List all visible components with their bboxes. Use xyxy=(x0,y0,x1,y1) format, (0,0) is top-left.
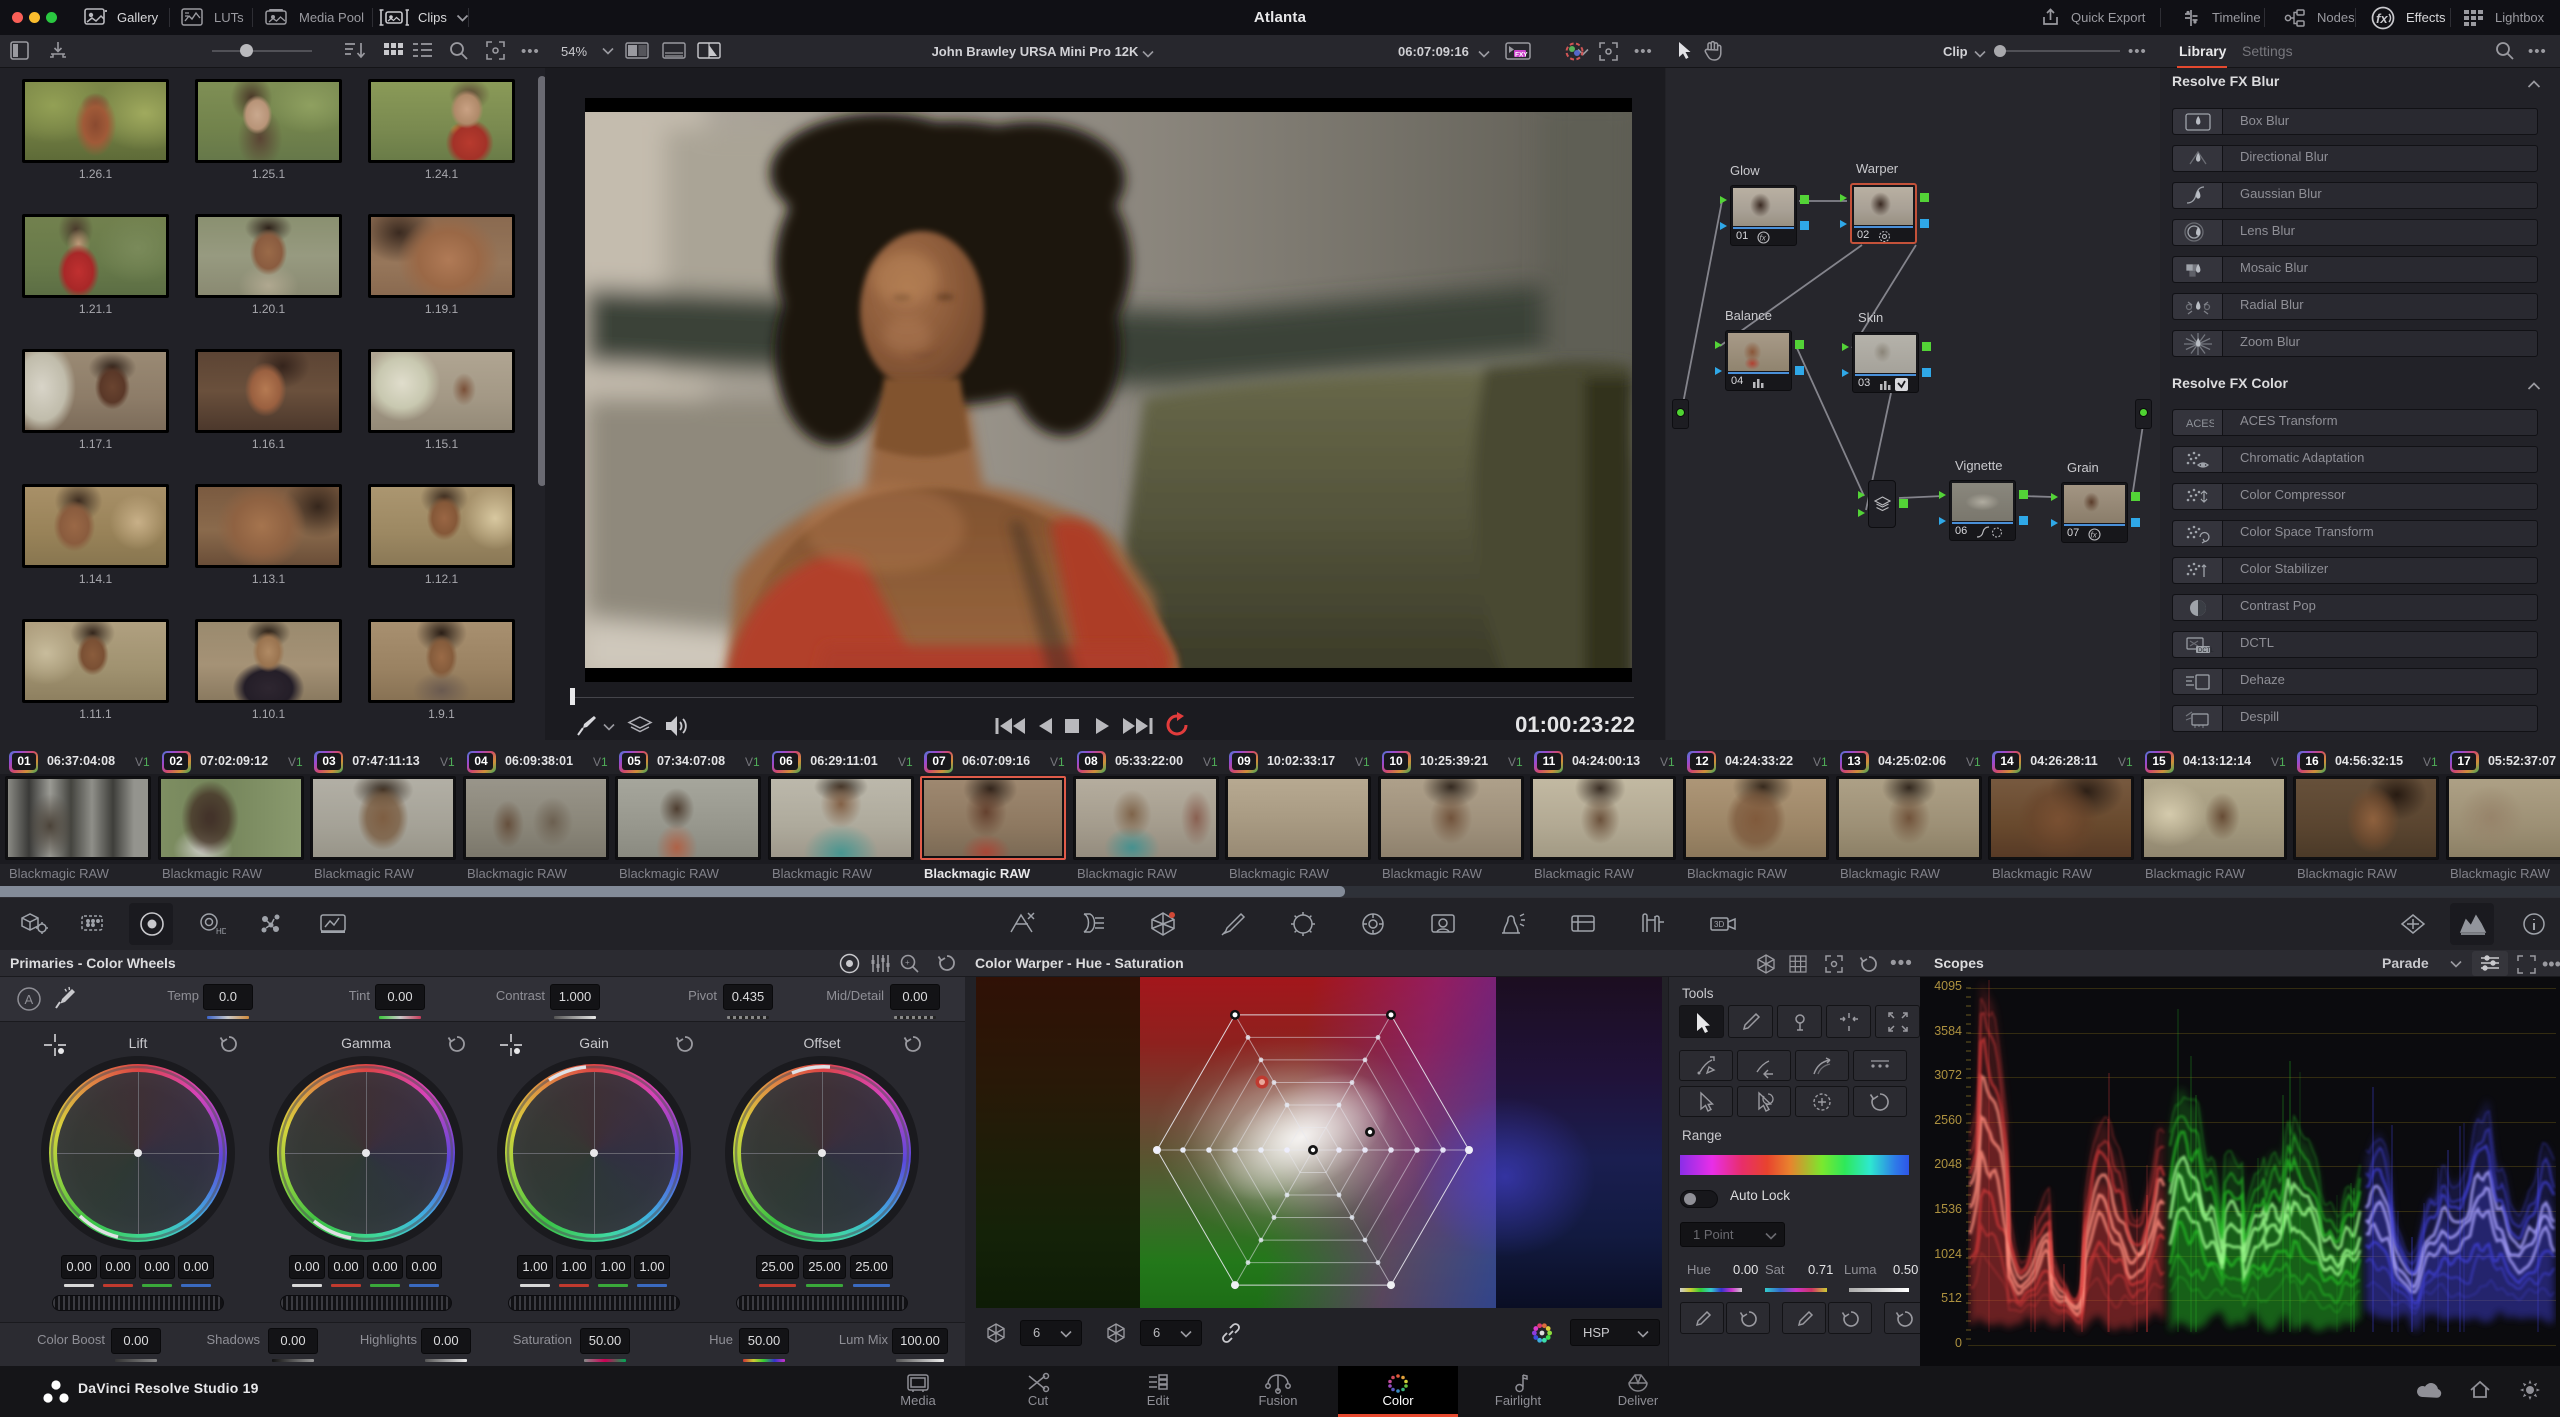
svg-text:DCTL: DCTL xyxy=(2198,648,2214,654)
svg-text:ACES: ACES xyxy=(2186,418,2214,430)
svg-text:+: + xyxy=(905,958,910,967)
svg-text:A: A xyxy=(25,992,34,1007)
svg-text:fx: fx xyxy=(2376,11,2388,26)
svg-text:HDR: HDR xyxy=(216,927,226,936)
svg-text:3D: 3D xyxy=(1714,920,1724,929)
svg-text:fx: fx xyxy=(1760,234,1767,243)
svg-text:FXY: FXY xyxy=(1515,52,1528,59)
svg-text:fx: fx xyxy=(2091,531,2098,540)
